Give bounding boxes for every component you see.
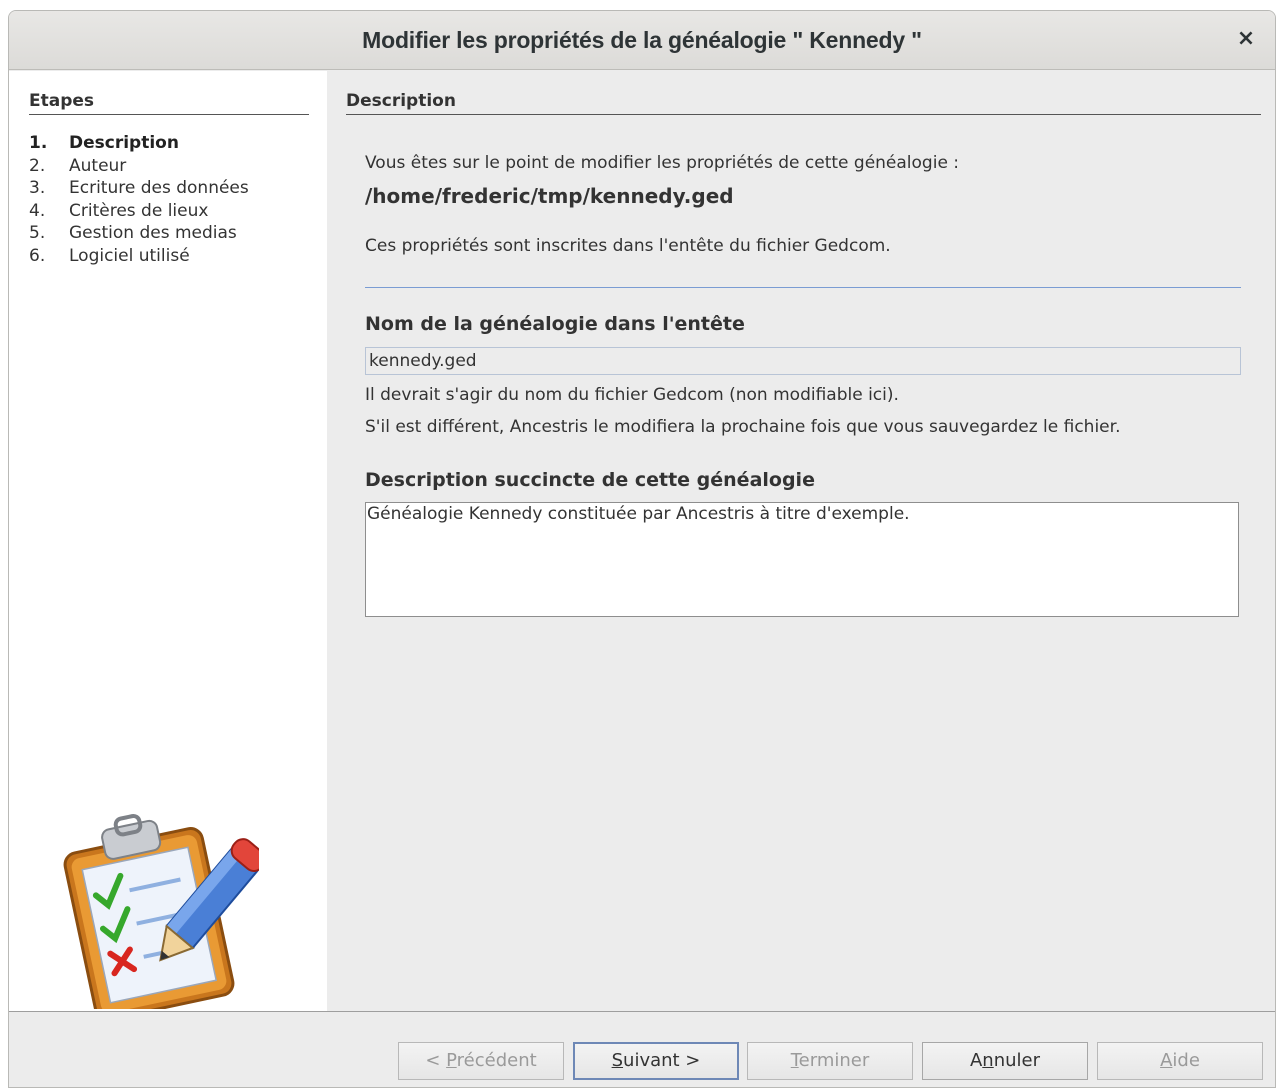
section-heading: Description <box>346 91 1261 115</box>
step-item-ecriture: 3. Ecriture des données <box>29 178 249 198</box>
step-item-description: 1. Description <box>29 133 179 153</box>
step-item-medias: 5. Gestion des medias <box>29 223 237 243</box>
previous-button[interactable]: < Précédent <box>398 1042 564 1080</box>
next-button[interactable]: Suivant > <box>573 1042 739 1080</box>
header-note: Ces propriétés sont inscrites dans l'ent… <box>365 236 891 256</box>
button-bar: < Précédent Suivant > Terminer Annuler A… <box>9 1011 1275 1087</box>
description-label: Description succincte de cette généalogi… <box>365 469 815 491</box>
help-button[interactable]: Aide <box>1097 1042 1263 1080</box>
description-panel: Description Vous êtes sur le point de mo… <box>327 71 1275 1011</box>
genealogy-name-label: Nom de la généalogie dans l'entête <box>365 313 745 335</box>
file-path: /home/frederic/tmp/kennedy.ged <box>365 184 734 208</box>
description-textarea[interactable] <box>365 502 1239 617</box>
step-item-logiciel: 6. Logiciel utilisé <box>29 245 190 266</box>
steps-sidebar: Etapes 1. Description 2. Auteur 3. Ecriture… <box>9 71 327 1011</box>
close-icon[interactable]: × <box>1233 26 1259 52</box>
intro-text: Vous êtes sur le point de modifier les p… <box>365 153 960 173</box>
clipboard-checklist-pencil-icon <box>63 814 259 1009</box>
steps-heading: Etapes <box>29 91 309 115</box>
name-help-line-2: S'il est différent, Ancestris le modifie… <box>365 417 1121 437</box>
steps-list: 1. Description 2. Auteur 3. Ecriture des do… <box>29 132 249 267</box>
step-item-criteres: 4. Critères de lieux <box>29 200 209 221</box>
title-bar[interactable]: Modifier les propriétés de la généalogie… <box>9 11 1275 70</box>
finish-button[interactable]: Terminer <box>747 1042 913 1080</box>
window-title: Modifier les propriétés de la généalogie… <box>362 27 922 53</box>
cancel-button[interactable]: Annuler <box>922 1042 1088 1080</box>
genealogy-name-field: kennedy.ged <box>365 347 1241 375</box>
separator <box>365 287 1241 288</box>
name-help-line-1: Il devrait s'agir du nom du fichier Gedc… <box>365 385 899 405</box>
step-item-auteur: 2. Auteur <box>29 155 127 176</box>
wizard-dialog: Modifier les propriétés de la généalogie… <box>8 10 1276 1088</box>
